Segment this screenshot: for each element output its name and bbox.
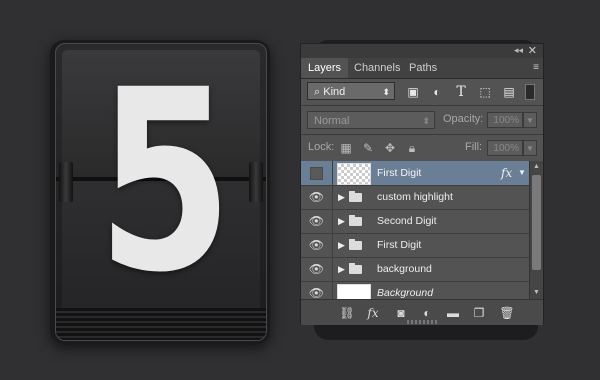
kind-label: Kind [323,86,346,98]
layer-list: First Digit fx ▼ 👁︎ ▶ custom highlight 👁… [301,161,529,299]
expand-triangle-icon[interactable]: ▶ [338,210,345,233]
scroll-up-icon[interactable]: ▲ [530,161,543,173]
layer-row-first-digit[interactable]: 👁︎ ▶ First Digit [301,234,529,258]
layers-panel: ◂◂ ✕ Layers Channels Paths ≡ ⌕ Kind ⬍ ▣ … [300,43,544,325]
scroll-down-icon[interactable]: ▼ [530,287,543,299]
layer-row-first-digit-selected[interactable]: First Digit fx ▼ [301,161,529,186]
lock-label: Lock: [308,141,335,153]
left-hinge [59,162,73,202]
blend-row: Normal ⬍ Opacity: 100% ▼ [301,106,543,134]
tab-paths[interactable]: Paths [402,58,444,78]
opacity-dropdown-icon[interactable]: ▼ [523,112,537,128]
panel-titlebar: ◂◂ ✕ [301,44,543,58]
flip-digit: 5 [97,43,233,327]
image-filter-icon[interactable]: ▣ [405,84,421,100]
eye-icon[interactable]: 👁︎ [301,282,333,299]
eye-icon[interactable]: 👁︎ [301,186,333,209]
lock-position-icon[interactable]: ✥ [383,141,397,155]
new-layer-icon[interactable]: ❐ [471,305,487,321]
blend-mode-select[interactable]: Normal ⬍ [307,111,435,129]
link-icon[interactable]: ⛓︎ [339,305,355,321]
expand-effects-icon[interactable]: ▼ [518,161,526,185]
collapse-icon[interactable]: ◂◂ [514,45,523,56]
layer-thumbnail [337,163,371,185]
folder-icon [349,263,362,274]
layer-row-second-digit[interactable]: 👁︎ ▶ Second Digit [301,210,529,234]
layer-name: First Digit [377,239,422,251]
expand-triangle-icon[interactable]: ▶ [338,234,345,257]
folder-icon [349,191,362,202]
trash-icon[interactable]: 🗑︎ [499,305,515,321]
right-hinge [249,162,263,202]
shape-filter-icon[interactable]: ⬚ [477,84,493,100]
search-icon: ⌕ [314,86,321,98]
expand-triangle-icon[interactable]: ▶ [338,186,345,209]
layer-list-scrollbar[interactable]: ▲ ▼ [529,161,543,299]
blend-mode-value: Normal [314,115,350,127]
fill-field[interactable]: 100% [487,140,523,156]
layer-name: Background [377,287,434,299]
layer-row-custom-highlight[interactable]: 👁︎ ▶ custom highlight [301,186,529,210]
layer-row-background-group[interactable]: 👁︎ ▶ background [301,258,529,282]
scroll-thumb[interactable] [532,175,541,270]
close-icon[interactable]: ✕ [528,44,537,57]
updown-icon: ⬍ [382,87,390,97]
eye-icon[interactable]: 👁︎ [301,234,333,257]
expand-triangle-icon[interactable]: ▶ [338,258,345,281]
eye-icon[interactable]: 👁︎ [301,210,333,233]
opacity-field[interactable]: 100% [487,112,523,128]
lock-row: Lock: ▦ ✎ ✥ 🔒︎ Fill: 100% ▼ [301,135,543,161]
panel-tabs: Layers Channels Paths ≡ [301,58,543,79]
layer-name: custom highlight [377,191,453,203]
visibility-toggle-hidden[interactable] [301,161,333,185]
layer-name: Second Digit [377,215,437,227]
lock-pixels-icon[interactable]: ✎ [361,141,375,155]
opacity-label: Opacity: [443,113,484,125]
lock-all-icon[interactable]: 🔒︎ [405,141,419,155]
layer-thumbnail [337,284,371,299]
fill-label: Fill: [465,141,483,153]
eye-icon[interactable]: 👁︎ [301,258,333,281]
fx-icon[interactable]: fx [365,305,381,321]
folder-icon [349,239,362,250]
fill-dropdown-icon[interactable]: ▼ [523,140,537,156]
filter-row: ⌕ Kind ⬍ ▣ ◐ T ⬚ ▤ [301,79,543,105]
layer-row-background[interactable]: 👁︎ Background [301,282,529,299]
folder-icon [349,215,362,226]
panel-menu-icon[interactable]: ≡ [533,62,539,73]
flip-clock-card: 5 [55,43,267,341]
layer-name: First Digit [377,167,422,179]
smart-object-filter-icon[interactable]: ▤ [501,84,517,100]
tab-layers[interactable]: Layers [301,58,349,78]
fx-icon[interactable]: fx [501,161,512,185]
adjustment-filter-icon[interactable]: ◐ [429,84,445,100]
updown-icon: ⬍ [422,116,430,126]
kind-filter-select[interactable]: ⌕ Kind ⬍ [307,82,395,100]
mask-icon[interactable]: ◙ [393,305,409,321]
type-filter-icon[interactable]: T [453,84,469,100]
layer-name: background [377,263,432,275]
folder-icon[interactable]: ▬ [445,305,461,321]
adjustment-icon[interactable]: ◐ [419,305,435,321]
filter-toggle-icon[interactable] [525,84,535,100]
lock-transparent-icon[interactable]: ▦ [339,141,353,155]
tab-channels[interactable]: Channels [347,58,407,78]
resize-grip[interactable] [407,320,437,324]
